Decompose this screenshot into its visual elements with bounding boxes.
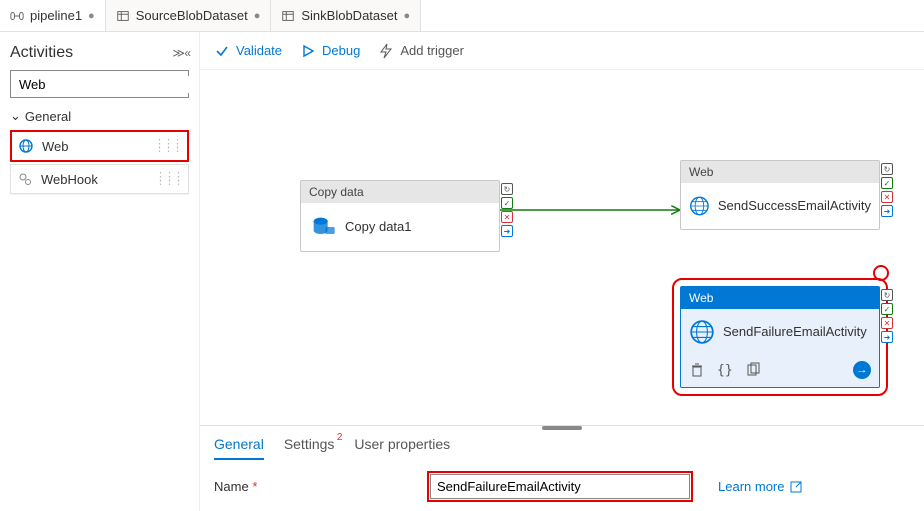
chevron-down-icon: ⌄ <box>10 108 21 124</box>
play-icon <box>300 43 316 59</box>
port-completion-icon[interactable]: ➜ <box>881 205 893 217</box>
tab-sink-dataset[interactable]: SinkBlobDataset ● <box>271 0 421 31</box>
prop-tab-settings-label: Settings <box>284 436 335 452</box>
delete-icon[interactable] <box>689 362 705 378</box>
properties-panel: General Settings 2 User properties Name … <box>200 425 924 511</box>
clone-icon[interactable] <box>745 362 761 378</box>
activities-search[interactable] <box>10 70 189 98</box>
bolt-icon <box>378 43 394 59</box>
name-label: Name * <box>214 479 414 494</box>
add-trigger-label: Add trigger <box>400 43 464 58</box>
tab-dirty-dot: ● <box>404 10 411 22</box>
node-title: Copy data1 <box>345 219 412 235</box>
node-header: Web <box>681 287 879 309</box>
code-icon[interactable]: {} <box>717 363 733 378</box>
tab-dirty-dot: ● <box>254 10 261 22</box>
debug-button[interactable]: Debug <box>300 43 360 59</box>
port-sync-icon[interactable]: ↻ <box>501 183 513 195</box>
copy-icon <box>309 213 337 241</box>
activity-web[interactable]: Web ⋮⋮⋮⋮⋮⋮ <box>10 130 189 162</box>
port-sync-icon[interactable]: ↻ <box>881 163 893 175</box>
validate-button[interactable]: Validate <box>214 43 282 59</box>
drag-grip-icon[interactable]: ⋮⋮⋮⋮⋮⋮ <box>155 175 182 183</box>
prop-tab-general-label: General <box>214 436 264 452</box>
prop-tab-settings[interactable]: Settings 2 <box>284 436 335 460</box>
tab-sink-label: SinkBlobDataset <box>301 8 397 23</box>
learn-more-link[interactable]: Learn more <box>718 479 804 495</box>
group-general[interactable]: ⌄ General <box>10 108 189 124</box>
check-icon <box>214 43 230 59</box>
tab-source-label: SourceBlobDataset <box>136 8 248 23</box>
validate-label: Validate <box>236 43 282 58</box>
learn-more-label: Learn more <box>718 479 784 494</box>
add-trigger-button[interactable]: Add trigger <box>378 43 464 59</box>
highlight-marker-icon <box>873 265 889 281</box>
dataset-icon <box>281 9 295 23</box>
panel-drag-handle[interactable] <box>542 426 582 430</box>
dataset-icon <box>116 9 130 23</box>
prop-tab-general[interactable]: General <box>214 436 264 460</box>
status-ports: ↻ ✓ ✕ ➜ <box>881 163 893 217</box>
globe-icon <box>689 319 715 345</box>
editor-tabstrip: pipeline1 ● SourceBlobDataset ● SinkBlob… <box>0 0 924 32</box>
tab-pipeline[interactable]: pipeline1 ● <box>0 0 106 31</box>
search-input[interactable] <box>17 76 197 93</box>
port-completion-icon[interactable]: ➜ <box>501 225 513 237</box>
node-send-success-email[interactable]: Web SendSuccessEmailActivity ↻ ✓ ✕ ➜ <box>680 160 880 230</box>
status-ports: ↻ ✓ ✕ ➜ <box>881 289 893 343</box>
node-title: SendSuccessEmailActivity <box>718 198 871 214</box>
globe-icon <box>689 193 710 219</box>
activity-webhook[interactable]: WebHook ⋮⋮⋮⋮⋮⋮ <box>10 164 189 194</box>
globe-icon <box>18 138 34 154</box>
external-link-icon <box>788 479 804 495</box>
port-success-icon[interactable]: ✓ <box>881 177 893 189</box>
activities-title: Activities <box>10 44 73 62</box>
pipeline-canvas[interactable]: Copy data Copy data1 ↻ ✓ ✕ ➜ Web SendSuc… <box>200 70 924 425</box>
debug-label: Debug <box>322 43 360 58</box>
tab-dirty-dot: ● <box>88 10 95 22</box>
name-input[interactable] <box>430 474 690 499</box>
node-title: SendFailureEmailActivity <box>723 324 867 340</box>
settings-badge: 2 <box>337 432 343 443</box>
port-failure-icon[interactable]: ✕ <box>881 191 893 203</box>
node-header: Copy data <box>301 181 499 203</box>
node-header: Web <box>681 161 879 183</box>
gears-icon <box>17 171 33 187</box>
prop-tab-userprops-label: User properties <box>354 436 450 452</box>
port-failure-icon[interactable]: ✕ <box>501 211 513 223</box>
activity-web-label: Web <box>42 139 69 154</box>
port-completion-icon[interactable]: ➜ <box>881 331 893 343</box>
port-failure-icon[interactable]: ✕ <box>881 317 893 329</box>
pipeline-icon <box>10 9 24 23</box>
port-success-icon[interactable]: ✓ <box>881 303 893 315</box>
node-copy-data[interactable]: Copy data Copy data1 ↻ ✓ ✕ ➜ <box>300 180 500 252</box>
status-ports: ↻ ✓ ✕ ➜ <box>501 183 513 237</box>
open-details-icon[interactable]: → <box>853 361 871 379</box>
port-success-icon[interactable]: ✓ <box>501 197 513 209</box>
port-sync-icon[interactable]: ↻ <box>881 289 893 301</box>
tab-source-dataset[interactable]: SourceBlobDataset ● <box>106 0 272 31</box>
panel-collapse-icon[interactable]: ≫ « <box>172 46 189 60</box>
drag-grip-icon[interactable]: ⋮⋮⋮⋮⋮⋮ <box>154 142 181 150</box>
canvas-toolbar: Validate Debug Add trigger <box>200 32 924 70</box>
node-send-failure-email[interactable]: Web SendFailureEmailActivity {} → ↻ ✓ ✕ … <box>680 286 880 388</box>
prop-tab-user-properties[interactable]: User properties <box>354 436 450 460</box>
tab-pipeline-label: pipeline1 <box>30 8 82 23</box>
node-action-bar: {} → <box>681 355 879 387</box>
activity-webhook-label: WebHook <box>41 172 98 187</box>
required-marker: * <box>252 479 257 494</box>
activities-panel: Activities ≫ « ⌄ General Web ⋮⋮⋮⋮⋮⋮ WebH… <box>0 32 200 511</box>
group-label: General <box>25 109 71 124</box>
